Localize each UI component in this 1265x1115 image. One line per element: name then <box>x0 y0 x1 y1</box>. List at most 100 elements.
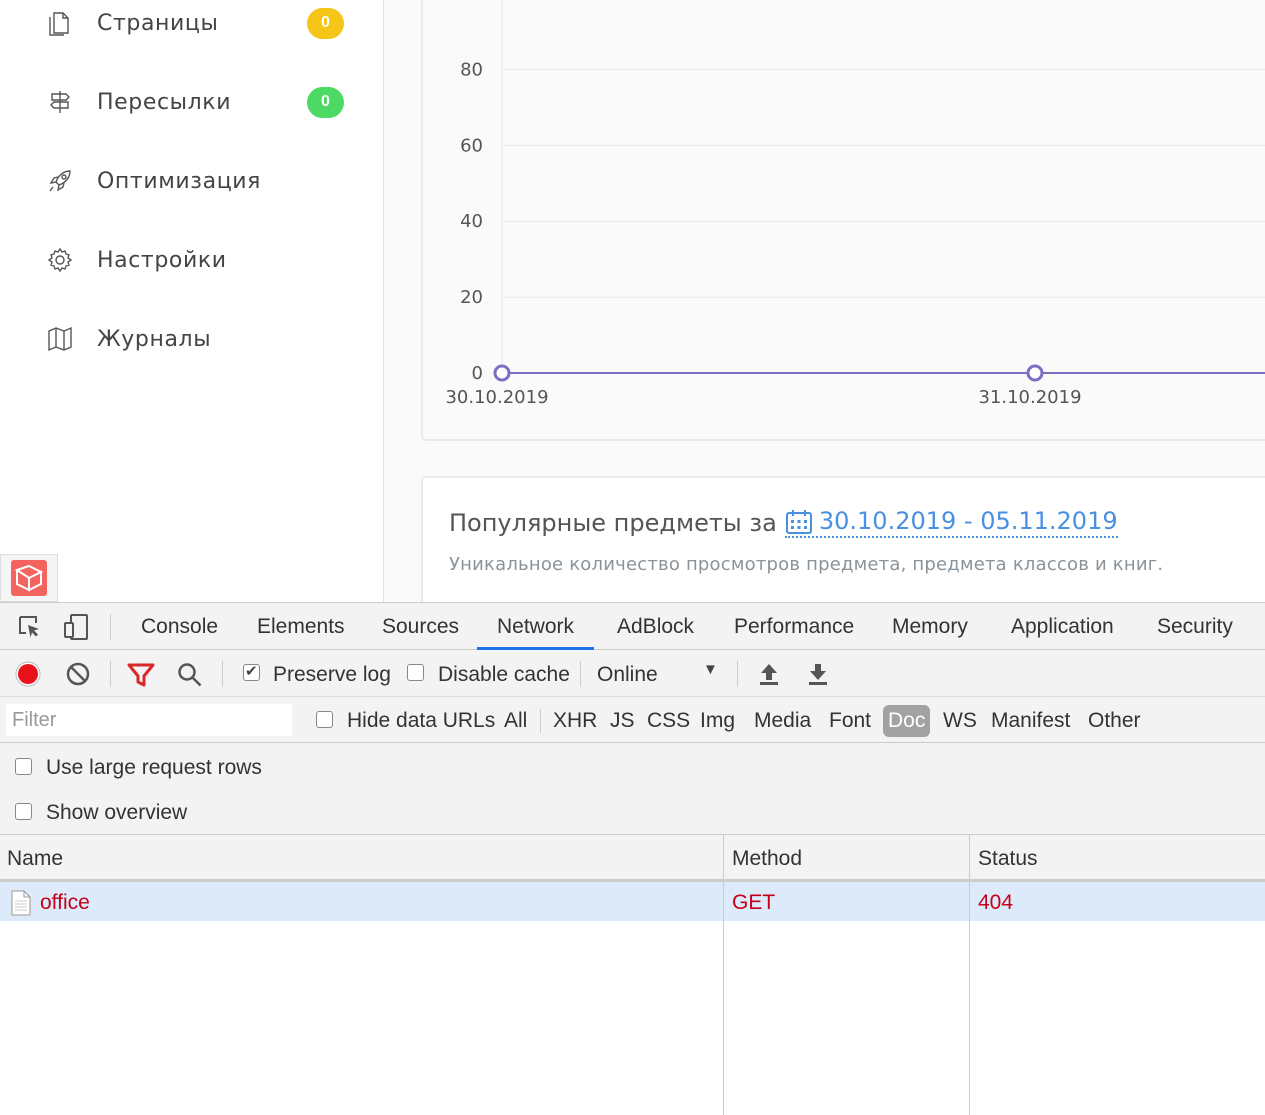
tab-adblock[interactable]: AdBlock <box>609 603 702 650</box>
views-chart-card: 0 20 40 60 80 30.10.2019 31.10.2019 <box>421 0 1265 441</box>
sidebar-item-label: Журналы <box>97 326 212 352</box>
throttling-value: Online <box>597 663 658 686</box>
filter-type-other[interactable]: Other <box>1082 705 1147 737</box>
data-point <box>1026 364 1044 382</box>
document-icon <box>11 890 31 921</box>
tab-performance[interactable]: Performance <box>726 603 862 650</box>
large-rows-checkbox[interactable] <box>15 758 32 775</box>
filter-type-xhr[interactable]: XHR <box>547 705 603 737</box>
download-icon <box>809 664 827 685</box>
redirects-badge: 0 <box>307 86 344 118</box>
sidebar-item-redirects[interactable]: Пересылки 0 <box>0 72 383 132</box>
column-divider <box>723 835 724 1115</box>
search-icon <box>178 663 202 687</box>
request-status: 404 <box>978 891 1014 914</box>
tab-memory[interactable]: Memory <box>884 603 976 650</box>
tab-security[interactable]: Security <box>1149 603 1241 650</box>
y-tick-label: 0 <box>472 363 483 384</box>
devtools-panel: Console Elements Sources Network AdBlock… <box>0 602 1265 1115</box>
filter-type-ws[interactable]: WS <box>937 705 983 737</box>
filter-icon <box>127 663 155 687</box>
filter-type-css[interactable]: CSS <box>641 705 696 737</box>
popular-items-description: Уникальное количество просмотров предмет… <box>449 554 1164 575</box>
map-icon <box>46 325 74 353</box>
devtools-tabbar: Console Elements Sources Network AdBlock… <box>0 603 1265 650</box>
hide-data-urls-checkbox[interactable] <box>316 711 333 728</box>
separator <box>222 661 223 687</box>
request-name: office <box>40 891 90 914</box>
upload-icon <box>760 664 778 685</box>
sidebar-item-label: Страницы <box>97 10 219 36</box>
sidebar-item-settings[interactable]: Настройки <box>0 230 383 290</box>
clear-icon <box>66 662 90 686</box>
x-tick-label: 31.10.2019 <box>978 387 1081 408</box>
x-tick-label: 30.10.2019 <box>445 387 548 408</box>
record-icon <box>15 661 41 687</box>
preserve-log-checkbox[interactable] <box>243 662 260 681</box>
tab-console[interactable]: Console <box>133 603 226 650</box>
filter-type-doc[interactable]: Doc <box>883 705 931 737</box>
show-overview-checkbox[interactable] <box>15 803 32 820</box>
search-button[interactable] <box>175 660 205 690</box>
sidebar-item-label: Пересылки <box>97 89 232 115</box>
separator <box>580 661 581 687</box>
network-options: Use large request rows Show overview <box>0 743 1265 835</box>
separator <box>110 614 111 640</box>
inspect-element-icon[interactable] <box>15 612 45 642</box>
table-row[interactable]: office GET 404 <box>0 882 1265 921</box>
sidebar-item-optimization[interactable]: Оптимизация <box>0 151 383 211</box>
y-tick-label: 60 <box>460 135 483 156</box>
disable-cache-checkbox[interactable] <box>407 664 424 681</box>
chevron-down-icon: ▼ <box>703 661 718 678</box>
popular-items-card: Популярные предметы за 30.10.2019 - 05.1… <box>421 476 1265 602</box>
laravel-icon <box>11 560 47 596</box>
pages-badge: 0 <box>307 7 344 39</box>
separator <box>737 661 738 687</box>
hide-data-urls-label: Hide data URLs <box>347 709 496 732</box>
pages-icon <box>46 9 74 37</box>
column-status[interactable]: Status <box>971 835 1038 879</box>
column-name[interactable]: Name <box>0 835 63 879</box>
popular-items-title: Популярные предметы за 30.10.2019 - 05.1… <box>449 507 1118 538</box>
sidebar-item-logs[interactable]: Журналы <box>0 309 383 369</box>
export-har-button[interactable] <box>803 659 833 689</box>
y-tick-label: 80 <box>460 59 483 80</box>
filter-type-img[interactable]: Img <box>694 705 741 737</box>
tab-elements[interactable]: Elements <box>249 603 353 650</box>
network-filterbar: Hide data URLs All XHR JS CSS Img Media … <box>0 697 1265 743</box>
filter-type-media[interactable]: Media <box>748 705 817 737</box>
date-range-text: 30.10.2019 - 05.11.2019 <box>818 507 1118 535</box>
show-overview-label: Show overview <box>46 801 188 824</box>
tab-application[interactable]: Application <box>1003 603 1122 650</box>
clear-button[interactable] <box>63 659 93 689</box>
request-method: GET <box>732 891 776 914</box>
gear-icon <box>46 246 74 274</box>
date-range-picker[interactable]: 30.10.2019 - 05.11.2019 <box>784 507 1118 538</box>
sidebar-item-pages[interactable]: Страницы 0 <box>0 0 383 53</box>
tab-sources[interactable]: Sources <box>374 603 467 650</box>
signpost-icon <box>46 88 74 116</box>
sidebar-item-label: Настройки <box>97 247 227 273</box>
filter-type-font[interactable]: Font <box>823 705 877 737</box>
import-har-button[interactable] <box>754 659 784 689</box>
tab-network[interactable]: Network <box>477 603 595 650</box>
record-button[interactable] <box>13 659 43 689</box>
popular-title-text: Популярные предметы за <box>449 508 777 537</box>
preserve-log-label: Preserve log <box>273 663 391 686</box>
laravel-logo[interactable] <box>0 554 58 602</box>
column-divider <box>969 835 970 1115</box>
disable-cache-label: Disable cache <box>438 663 570 686</box>
sidebar-item-label: Оптимизация <box>97 168 261 194</box>
large-rows-label: Use large request rows <box>46 756 262 779</box>
filter-toggle-button[interactable] <box>126 660 156 690</box>
filter-type-js[interactable]: JS <box>604 705 641 737</box>
column-method[interactable]: Method <box>725 835 802 879</box>
throttling-select[interactable]: Online ▼ <box>597 661 727 687</box>
device-toolbar-icon[interactable] <box>61 612 91 642</box>
filter-type-all[interactable]: All <box>498 705 533 737</box>
data-point <box>493 364 511 382</box>
sidebar: Страницы 0 Пересылки 0 Оптимизация Настр… <box>0 0 384 602</box>
filter-type-manifest[interactable]: Manifest <box>985 705 1076 737</box>
y-tick-label: 20 <box>460 287 483 308</box>
filter-input[interactable] <box>6 704 292 736</box>
